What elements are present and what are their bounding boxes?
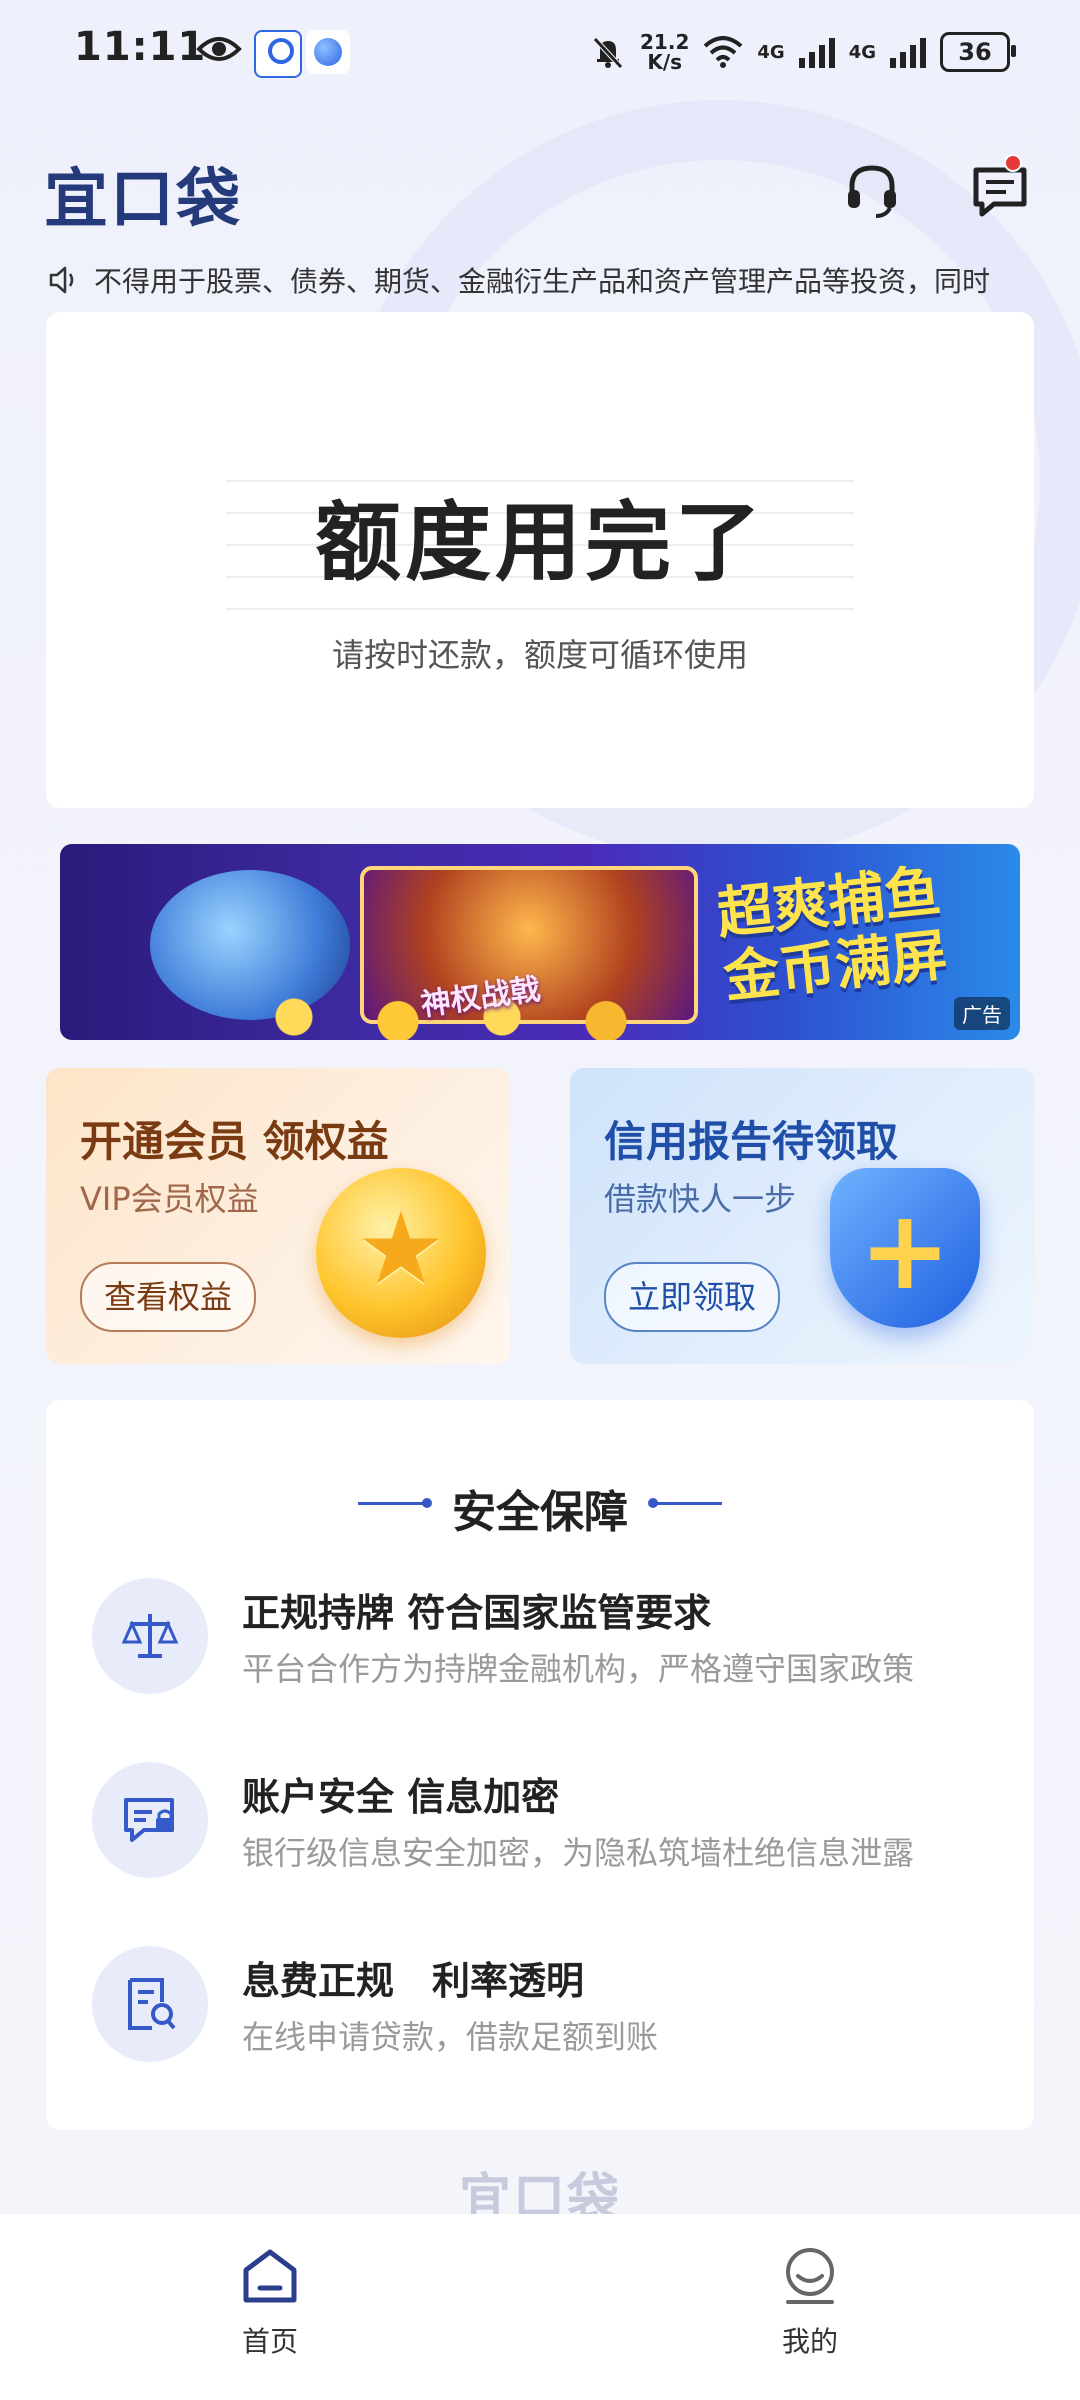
signal-bars-2-icon <box>890 36 926 68</box>
bottom-nav: 首页 我的 <box>0 2214 1080 2400</box>
nav-mine-label: 我的 <box>781 2325 838 2358</box>
customer-service-headset-icon[interactable] <box>840 158 904 222</box>
title-decoration-right <box>648 1498 722 1508</box>
security-item-desc: 平台合作方为持牌金融机构，严格遵守国家政策 <box>242 1650 915 1688</box>
notice-bar[interactable]: 不得用于股票、债券、期货、金融衍生产品和资产管理产品等投资，同时 <box>48 260 1038 300</box>
home-icon <box>243 2249 297 2303</box>
credit-promo-title: 信用报告待领取 <box>604 1117 899 1166</box>
vip-promo-card[interactable]: 开通会员 领权益 VIP会员权益 查看权益 <box>46 1068 510 1364</box>
document-search-icon <box>92 1946 208 2062</box>
nav-home-label: 首页 <box>241 2325 298 2358</box>
security-item-title: 息费正规 利率透明 <box>242 1959 585 2003</box>
security-item-transparent-rate: 息费正规 利率透明 在线申请贷款，借款足额到账 <box>92 1946 992 2066</box>
security-item-licensed: 正规持牌 符合国家监管要求 平台合作方为持牌金融机构，严格遵守国家政策 <box>92 1578 992 1698</box>
chat-lock-icon <box>92 1762 208 1878</box>
net-speed: 21.2 K/s <box>640 32 689 72</box>
security-card: 安全保障 正规持牌 符合国家监管要求 平台合作方为持牌金融机构，严格遵守国家政策 <box>46 1400 1034 2130</box>
credit-report-promo-card[interactable]: 信用报告待领取 借款快人一步 立即领取 <box>570 1068 1034 1364</box>
net-speed-value: 21.2 <box>640 30 690 54</box>
security-title-wrap: 安全保障 <box>46 1476 1034 1538</box>
vip-promo-title: 开通会员 领权益 <box>80 1117 389 1166</box>
status-time: 11:11 <box>74 24 207 70</box>
status-right: 21.2 K/s 4G 4G 36 <box>590 24 1016 80</box>
net-speed-unit: K/s <box>647 50 683 74</box>
quota-card: 额度用完了 请按时还款，额度可循环使用 <box>46 312 1034 808</box>
battery-level: 36 <box>958 38 992 66</box>
scale-balance-icon <box>92 1578 208 1694</box>
network-type-2: 4G <box>848 41 876 63</box>
view-benefits-button[interactable]: 查看权益 <box>80 1262 257 1332</box>
nav-mine[interactable]: 我的 <box>710 2244 910 2360</box>
app-logo: 宜口袋 <box>44 163 242 237</box>
mute-bell-icon <box>593 37 623 69</box>
quota-subtitle: 请按时还款，额度可循环使用 <box>331 636 748 674</box>
profile-icon <box>786 2248 834 2304</box>
network-type-1: 4G <box>757 41 785 63</box>
ad-banner[interactable]: 神权战戟 超爽捕鱼 金币满屏 广告 <box>60 844 1020 1040</box>
status-bar: 11:11 21.2 K/s 4G 4G 36 <box>0 0 1080 100</box>
security-item-title: 正规持牌 符合国家监管要求 <box>242 1591 712 1635</box>
eye-icon <box>196 37 242 61</box>
star-coin-icon <box>316 1168 486 1338</box>
notification-browser-icon <box>306 30 350 74</box>
security-item-title: 账户安全 信息加密 <box>242 1775 560 1819</box>
security-title: 安全保障 <box>452 1487 628 1538</box>
ad-headline: 超爽捕鱼 金币满屏 <box>714 859 951 1011</box>
wifi-icon <box>704 36 743 68</box>
security-item-desc: 银行级信息安全加密，为隐私筑墙杜绝信息泄露 <box>242 1834 915 1872</box>
credit-promo-subtitle: 借款快人一步 <box>604 1180 797 1218</box>
vip-promo-subtitle: VIP会员权益 <box>80 1180 259 1218</box>
signal-bars-1-icon <box>798 36 835 68</box>
message-unread-badge <box>1004 154 1022 172</box>
quota-title: 额度用完了 <box>315 493 765 593</box>
notice-text: 不得用于股票、债券、期货、金融衍生产品和资产管理产品等投资，同时 <box>94 265 991 298</box>
shield-icon <box>830 1168 980 1328</box>
notification-app-icon <box>254 30 302 78</box>
security-item-encryption: 账户安全 信息加密 银行级信息安全加密，为隐私筑墙杜绝信息泄露 <box>92 1762 992 1882</box>
nav-home[interactable]: 首页 <box>170 2244 370 2360</box>
ad-tag: 广告 <box>954 997 1010 1030</box>
message-icon[interactable] <box>968 158 1032 222</box>
security-item-desc: 在线申请贷款，借款足额到账 <box>242 2018 659 2056</box>
claim-now-button[interactable]: 立即领取 <box>604 1262 781 1332</box>
battery-indicator: 36 <box>940 32 1016 72</box>
speaker-icon <box>49 266 74 294</box>
